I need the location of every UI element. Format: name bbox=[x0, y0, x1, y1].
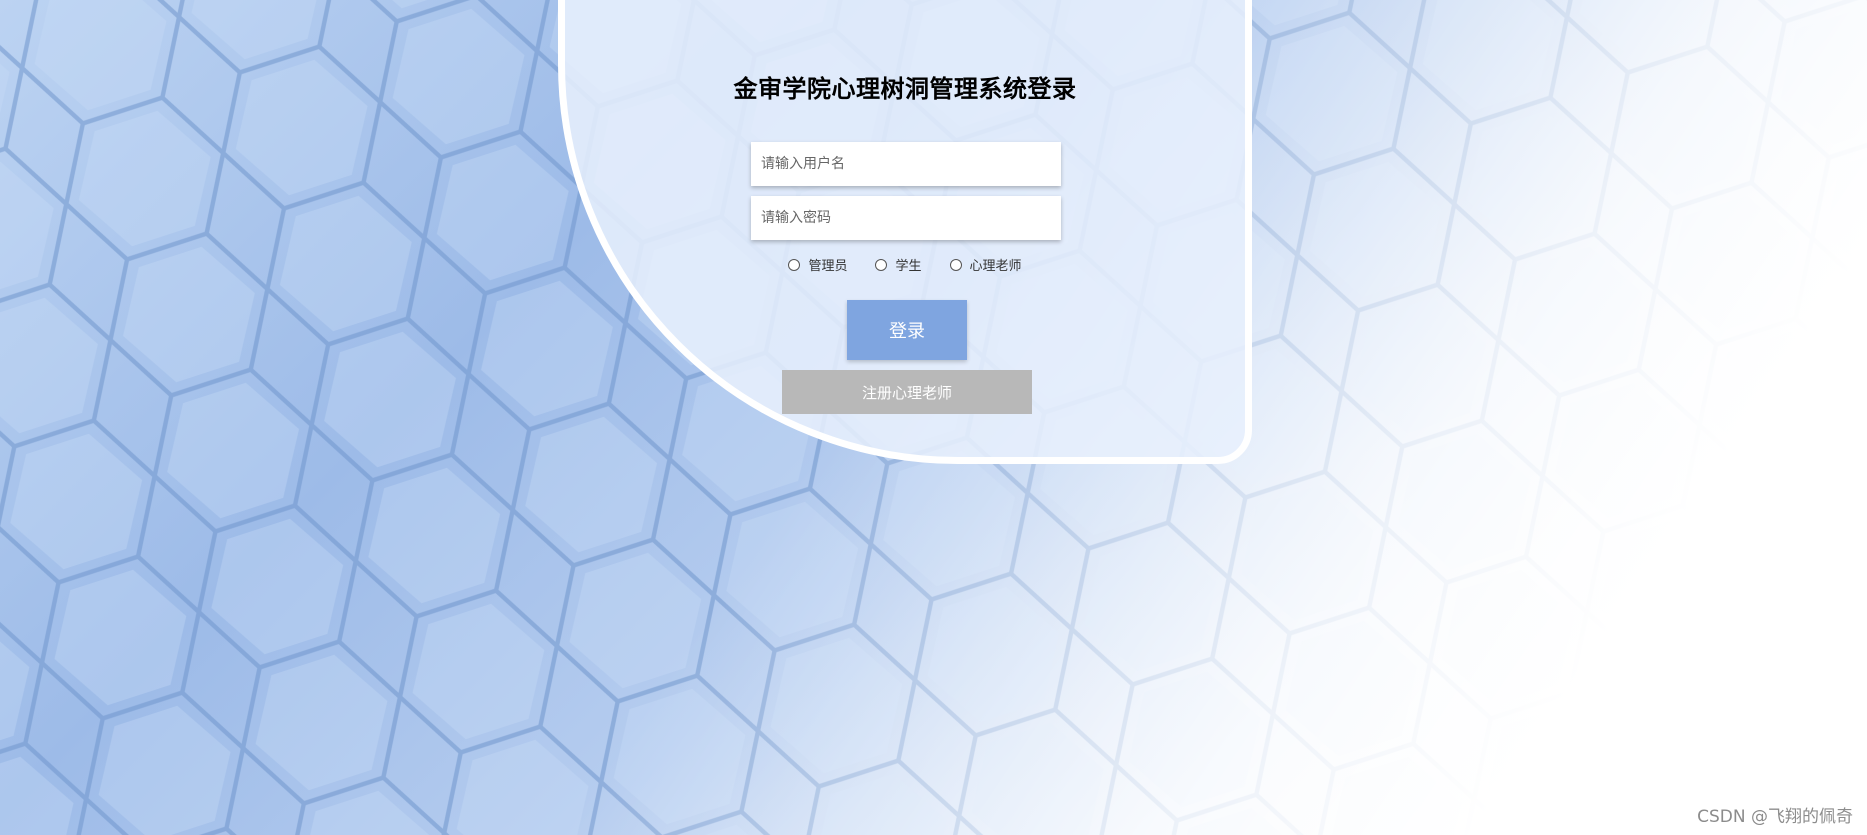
role-label-teacher: 心理老师 bbox=[969, 259, 1022, 274]
role-label-student: 学生 bbox=[895, 259, 922, 274]
password-input[interactable] bbox=[751, 196, 1061, 240]
role-label-admin: 管理员 bbox=[808, 259, 848, 274]
login-button[interactable]: 登录 bbox=[847, 300, 967, 360]
watermark: CSDN @飞翔的佩奇 bbox=[1697, 807, 1853, 827]
role-radio-student[interactable]: 学生 bbox=[875, 255, 922, 274]
page-title: 金审学院心理树洞管理系统登录 bbox=[733, 75, 1077, 103]
radio-circle-icon[interactable] bbox=[788, 258, 801, 271]
role-radio-admin[interactable]: 管理员 bbox=[788, 255, 847, 274]
role-radio-group: 管理员 学生 心理老师 bbox=[565, 255, 1245, 274]
radio-circle-icon[interactable] bbox=[949, 258, 962, 271]
register-teacher-button[interactable]: 注册心理老师 bbox=[782, 370, 1032, 414]
radio-circle-icon[interactable] bbox=[875, 258, 888, 271]
role-radio-teacher[interactable]: 心理老师 bbox=[949, 255, 1022, 274]
username-input[interactable] bbox=[751, 142, 1061, 186]
